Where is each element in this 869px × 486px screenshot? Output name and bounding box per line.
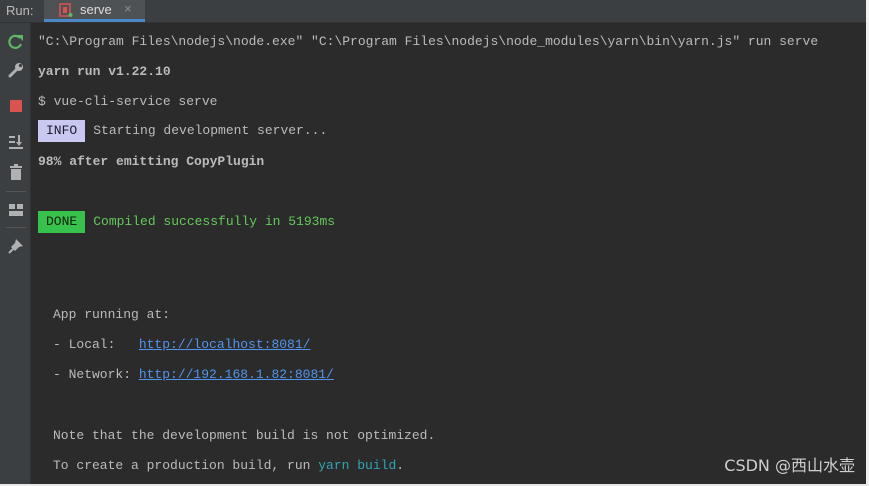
tab-serve[interactable]: serve × [44, 0, 145, 22]
local-label: - Local: [53, 337, 139, 352]
network-url-link[interactable]: http://192.168.1.82:8081/ [139, 367, 334, 382]
prod-prefix: To create a production build, run [53, 458, 319, 473]
done-line: DONE Compiled successfully in 5193ms [38, 211, 335, 233]
pin-icon[interactable] [7, 237, 25, 255]
done-text: Compiled successfully in 5193ms [93, 214, 336, 229]
info-text: Starting development server... [93, 123, 328, 138]
network-label: - Network: [53, 367, 139, 382]
trash-icon[interactable] [7, 163, 25, 181]
yarn-version-line: yarn run v1.22.10 [38, 64, 171, 79]
console-output[interactable]: "C:\Program Files\nodejs\node.exe" "C:\P… [31, 23, 867, 486]
run-tab-bar: Run: serve × [0, 0, 869, 23]
app-running-line: App running at: [53, 307, 171, 322]
info-badge: INFO [38, 120, 86, 142]
npm-run-icon [59, 3, 73, 17]
network-url-line: - Network: http://192.168.1.82:8081/ [53, 366, 334, 384]
local-url-link[interactable]: http://localhost:8081/ [139, 337, 311, 352]
run-tool-window: Run: serve × "C:\Program Files\nodejs\no… [0, 0, 869, 486]
close-icon[interactable]: × [124, 1, 132, 16]
watermark: CSDN @西山水壶 [724, 456, 855, 475]
node-command-line: "C:\Program Files\nodejs\node.exe" "C:\P… [38, 34, 819, 49]
yarn-build-command: yarn build [318, 458, 397, 473]
run-label: Run: [6, 3, 34, 18]
scroll-to-end-icon[interactable] [7, 133, 25, 151]
wrench-icon[interactable] [7, 61, 25, 79]
note-line: Note that the development build is not o… [53, 428, 436, 443]
layout-icon[interactable] [7, 201, 25, 219]
local-url-line: - Local: http://localhost:8081/ [53, 336, 310, 354]
vue-cli-command-line: $ vue-cli-service serve [38, 94, 218, 109]
tab-label: serve [80, 2, 112, 17]
done-badge: DONE [38, 211, 86, 233]
rerun-icon[interactable] [7, 33, 25, 51]
info-line: INFO Starting development server... [38, 120, 327, 142]
toolbar-divider [6, 191, 26, 192]
production-build-line: To create a production build, run yarn b… [53, 457, 404, 475]
stop-icon[interactable] [7, 97, 25, 115]
toolbar-divider [6, 227, 26, 228]
run-toolbar [0, 23, 31, 486]
prod-suffix: . [396, 458, 405, 473]
progress-line: 98% after emitting CopyPlugin [38, 154, 265, 169]
